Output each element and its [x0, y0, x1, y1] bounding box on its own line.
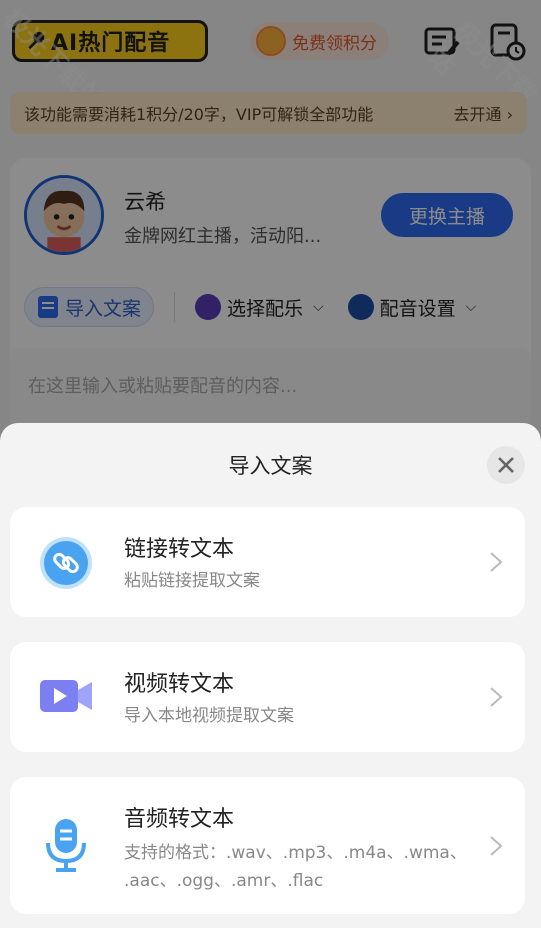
option-title: 音频转文本 — [124, 807, 235, 832]
option-subtitle: 粘贴链接提取文案 — [124, 571, 260, 591]
audio-to-text-option[interactable]: 音频转文本 支持的格式：.wav、.mp3、.m4a、.wma、 .aac、.o… — [10, 777, 525, 914]
video-camera-icon — [40, 680, 92, 712]
option-title: 视频转文本 — [124, 672, 235, 697]
option-title: 链接转文本 — [124, 537, 235, 562]
close-button[interactable] — [487, 446, 525, 484]
close-icon — [498, 457, 514, 473]
chevron-right-icon — [490, 687, 503, 707]
chevron-right-icon — [490, 836, 503, 856]
option-subtitle-line2: .aac、.ogg、.amr、.flac — [124, 871, 324, 891]
option-subtitle-line1: 支持的格式：.wav、.mp3、.m4a、.wma、 — [124, 843, 467, 863]
link-to-text-option[interactable]: 链接转文本 粘贴链接提取文案 — [10, 507, 525, 617]
option-subtitle: 导入本地视频提取文案 — [124, 706, 294, 726]
video-to-text-option[interactable]: 视频转文本 导入本地视频提取文案 — [10, 642, 525, 752]
link-icon — [40, 537, 92, 589]
sheet-title: 导入文案 — [228, 454, 313, 478]
chevron-right-icon — [490, 552, 503, 572]
microphone-icon — [46, 819, 86, 872]
